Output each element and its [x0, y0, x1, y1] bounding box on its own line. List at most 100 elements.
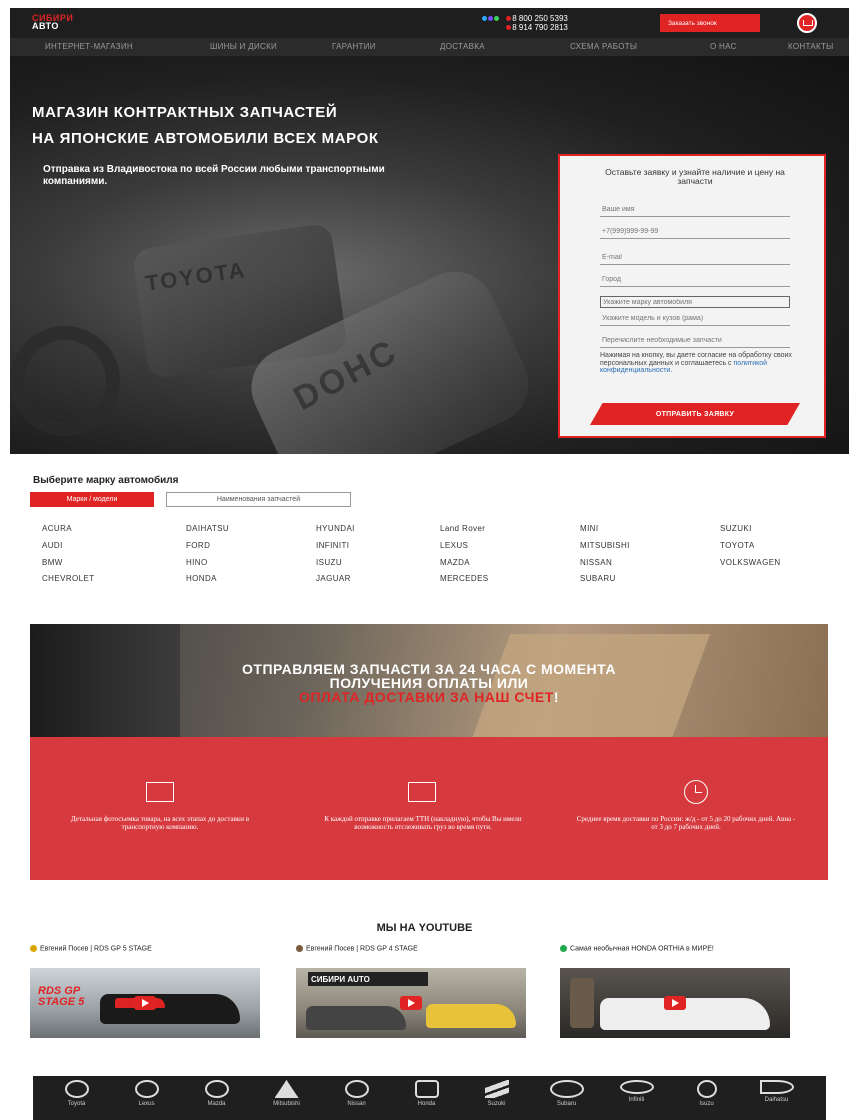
brand-link[interactable]: DAIHATSU: [186, 524, 229, 533]
brand-link[interactable]: VOLKSWAGEN: [720, 558, 781, 567]
logo-isuzu[interactable]: Isuzu: [679, 1080, 734, 1107]
phone-icon: [506, 25, 512, 30]
brand-link[interactable]: BMW: [42, 558, 63, 567]
thumbnail-label: RDS GP STAGE 5: [38, 985, 85, 1008]
brand-link[interactable]: SUZUKI: [720, 524, 752, 533]
youtube-heading: МЫ НА YOUTUBE: [376, 922, 473, 934]
trophy-icon: [30, 945, 37, 952]
video-thumbnail[interactable]: RDS GP STAGE 5: [30, 968, 260, 1038]
logo-name: Mazda: [207, 1101, 226, 1107]
clock-icon: [684, 780, 708, 804]
logo-name: Infiniti: [628, 1097, 645, 1103]
brand-link[interactable]: HINO: [186, 558, 208, 567]
name-input[interactable]: [600, 203, 790, 217]
consent-text: Нажимая на кнопку, вы даете согласие на …: [600, 352, 795, 375]
car-brand-input[interactable]: [600, 296, 790, 308]
phone-block: 8 800 250 5393 8 914 790 2813: [482, 14, 568, 32]
hero-background-pulley: [10, 326, 120, 436]
messenger-icons[interactable]: [482, 14, 500, 23]
promo-line-accent: ОПЛАТА ДОСТАВКИ ЗА НАШ СЧЕТ: [299, 689, 554, 705]
top-bar: СИБИРИ АВТО 8 800 250 5393 8 914 790 281…: [10, 8, 849, 38]
cart-icon[interactable]: [797, 13, 817, 33]
honda-logo-icon: [414, 1080, 439, 1098]
video-title-text: Евгений Посев | RDS GP 4 STAGE: [306, 945, 418, 953]
hero-subtitle: Отправка из Владивостока по всей России …: [43, 164, 385, 187]
video-title[interactable]: Евгений Посев | RDS GP 5 STAGE: [30, 945, 292, 953]
car-model-input[interactable]: [600, 312, 790, 326]
feature-text: К каждой отправке прилагаем ТТН (накладн…: [324, 815, 522, 831]
brand-link[interactable]: MINI: [580, 524, 599, 533]
tab-brands-models[interactable]: Марки / модели: [30, 492, 154, 507]
feature-text: Среднее время доставки по России: ж/д - …: [576, 815, 796, 831]
nav-item-delivery[interactable]: ДОСТАВКА: [440, 42, 485, 51]
brand-link[interactable]: CHEVROLET: [42, 574, 95, 583]
phone-2[interactable]: 8 914 790 2813: [512, 23, 568, 32]
brand-link[interactable]: LEXUS: [440, 541, 468, 550]
hero-title-line: МАГАЗИН КОНТРАКТНЫХ ЗАПЧАСТЕЙ: [32, 104, 338, 121]
play-icon[interactable]: [134, 996, 156, 1010]
brand-link[interactable]: ACURA: [42, 524, 72, 533]
nav-item-shop[interactable]: ИНТЕРНЕТ-МАГАЗИН: [45, 42, 133, 51]
nav-item-scheme[interactable]: СХЕМА РАБОТЫ: [570, 42, 637, 51]
video-title[interactable]: Евгений Посев | RDS GP 4 STAGE: [296, 945, 558, 953]
brand-link[interactable]: FORD: [186, 541, 210, 550]
logo-nissan[interactable]: Nissan: [329, 1080, 384, 1107]
nav-item-warranty[interactable]: ГАРАНТИИ: [332, 42, 376, 51]
brand-link[interactable]: SUBARU: [580, 574, 616, 583]
promo-headline: ОТПРАВЛЯЕМ ЗАПЧАСТИ ЗА 24 ЧАСА С МОМЕНТА…: [30, 662, 828, 704]
video-thumbnail[interactable]: [560, 968, 790, 1038]
whatsapp-icon[interactable]: [494, 16, 499, 21]
nav-item-tires[interactable]: ШИНЫ И ДИСКИ: [210, 42, 277, 51]
logo-mitsubishi[interactable]: Mitsubishi: [259, 1080, 314, 1107]
brand-link[interactable]: AUDI: [42, 541, 63, 550]
viber-icon[interactable]: [488, 16, 493, 21]
parts-input[interactable]: [600, 334, 790, 348]
logo-honda[interactable]: Honda: [399, 1080, 454, 1107]
play-icon[interactable]: [400, 996, 422, 1010]
video-thumbnail[interactable]: СИБИРИ AUTO: [296, 968, 526, 1038]
brand-link[interactable]: HYUNDAI: [316, 524, 355, 533]
logo-mazda[interactable]: Mazda: [189, 1080, 244, 1107]
telegram-icon[interactable]: [482, 16, 487, 21]
tab-part-names[interactable]: Наименования запчастей: [166, 492, 351, 507]
isuzu-logo-icon: [696, 1080, 717, 1098]
logo-suzuki[interactable]: Suzuki: [469, 1080, 524, 1107]
brand-link[interactable]: MERCEDES: [440, 574, 489, 583]
logo-daihatsu[interactable]: Daihatsu: [749, 1080, 804, 1103]
camera-icon: [146, 782, 174, 802]
logo-name: Daihatsu: [764, 1097, 789, 1103]
video-title-text: Евгений Посев | RDS GP 5 STAGE: [40, 945, 152, 953]
logo-name: Nissan: [347, 1101, 366, 1107]
video-title[interactable]: Самая необычная HONDA ORTHIA в МИРЕ!: [560, 945, 822, 953]
brand-link[interactable]: ISUZU: [316, 558, 342, 567]
callback-button[interactable]: Заказать звонок: [660, 14, 760, 32]
promo-line: ОТПРАВЛЯЕМ ЗАПЧАСТИ ЗА 24 ЧАСА С МОМЕНТА: [242, 661, 616, 677]
logo-text-bottom: АВТО: [32, 21, 59, 31]
brand-link[interactable]: NISSAN: [580, 558, 612, 567]
logo-lexus[interactable]: Lexus: [119, 1080, 174, 1107]
nav-item-contacts[interactable]: КОНТАКТЫ: [788, 42, 834, 51]
brand-link[interactable]: MITSUBISHI: [580, 541, 630, 550]
logo-toyota[interactable]: Toyota: [49, 1080, 104, 1107]
brand-link[interactable]: MAZDA: [440, 558, 470, 567]
daihatsu-logo-icon: [759, 1080, 794, 1094]
submit-request-button[interactable]: ОТПРАВИТЬ ЗАЯВКУ: [590, 403, 800, 425]
phone-icon: [506, 16, 512, 21]
thumbnail-car: [426, 1004, 516, 1028]
city-input[interactable]: [600, 273, 790, 287]
logo-infiniti[interactable]: Infiniti: [609, 1080, 664, 1103]
phone-input[interactable]: [600, 225, 790, 239]
play-icon[interactable]: [664, 996, 686, 1010]
brand-link[interactable]: Land Rover: [440, 524, 485, 533]
email-input[interactable]: [600, 251, 790, 265]
phone-1[interactable]: 8 800 250 5393: [512, 14, 568, 23]
brand-link[interactable]: HONDA: [186, 574, 217, 583]
brand-link[interactable]: TOYOTA: [720, 541, 755, 550]
form-title: Оставьте заявку и узнайте наличие и цену…: [605, 167, 785, 186]
nav-item-about[interactable]: О НАС: [710, 42, 737, 51]
logo-subaru[interactable]: Subaru: [539, 1080, 594, 1107]
brand-link[interactable]: INFINITI: [316, 541, 349, 550]
logo-name: Mitsubishi: [273, 1101, 300, 1107]
site-logo[interactable]: СИБИРИ АВТО: [32, 14, 73, 31]
brand-link[interactable]: JAGUAR: [316, 574, 351, 583]
